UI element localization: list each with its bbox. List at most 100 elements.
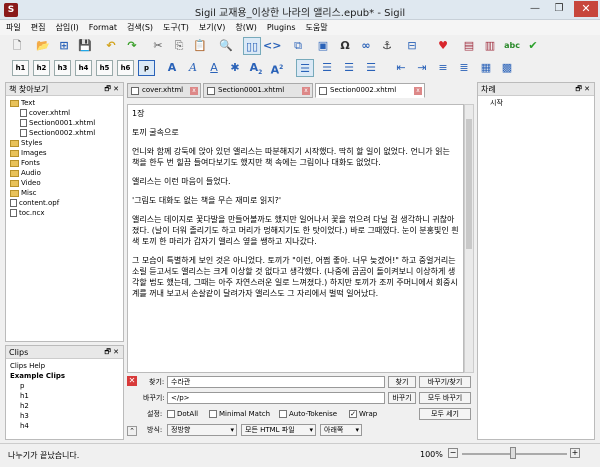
align-left-icon[interactable]: ☰ [296, 59, 314, 77]
close-icon[interactable]: ✕ [127, 376, 137, 386]
book-view-icon[interactable]: ▯▯ [243, 37, 261, 55]
cut-icon[interactable]: ✂ [149, 37, 167, 55]
menu-format[interactable]: Format [89, 23, 117, 32]
maximize-button[interactable]: ❐ [550, 2, 568, 16]
decrease-indent-icon[interactable]: ⇤ [392, 59, 410, 77]
close-icon[interactable]: x [414, 87, 422, 95]
code-view-icon[interactable]: <> [263, 37, 281, 55]
minimize-button[interactable]: — [526, 2, 544, 16]
book-browser-item[interactable]: Images [6, 148, 123, 158]
book-browser-item[interactable]: Video [6, 178, 123, 188]
table-icon[interactable]: ▩ [498, 59, 516, 77]
heading-h1-button[interactable]: h1 [12, 60, 29, 76]
insert-file-icon[interactable]: ⊟ [403, 37, 421, 55]
book-browser-item[interactable]: Section0001.xhtml [6, 118, 123, 128]
toc-item[interactable]: 시작 [490, 98, 594, 108]
insert-image-icon[interactable]: ▣ [314, 37, 332, 55]
option-minimal-match[interactable]: Minimal Match [209, 408, 270, 420]
toc-edit-icon[interactable]: ▥ [481, 37, 499, 55]
close-window-button[interactable]: ✕ [574, 1, 598, 17]
superscript-icon[interactable]: A2 [268, 59, 286, 77]
clip-item[interactable]: h1 [6, 391, 123, 401]
replace-button[interactable]: 바꾸기 [388, 392, 416, 404]
search-icon[interactable]: 🔍 [217, 37, 235, 55]
book-browser-item[interactable]: Section0002.xhtml [6, 128, 123, 138]
tab-section0001[interactable]: Section0001.xhtml x [203, 83, 313, 98]
align-right-icon[interactable]: ☰ [340, 59, 358, 77]
align-justify-icon[interactable]: ☰ [362, 59, 380, 77]
menu-view[interactable]: 보기(V) [199, 22, 225, 33]
heading-h3-button[interactable]: h3 [54, 60, 71, 76]
menu-plugins[interactable]: Plugins [267, 23, 296, 32]
zoom-slider-handle[interactable] [510, 447, 516, 459]
insert-link-icon[interactable]: ∞ [357, 37, 375, 55]
zoom-in-button[interactable]: + [570, 448, 580, 458]
find-button[interactable]: 찾기 [388, 376, 416, 388]
favorite-heart-icon[interactable]: ♥ [434, 37, 452, 55]
heading-h6-button[interactable]: h6 [117, 60, 134, 76]
zoom-out-button[interactable]: − [448, 448, 458, 458]
mode-select[interactable]: 정방향 ▾ [167, 424, 237, 436]
menu-insert[interactable]: 삽입(I) [55, 22, 78, 33]
strikethrough-icon[interactable]: ✱ [226, 59, 244, 77]
heading-h4-button[interactable]: h4 [75, 60, 92, 76]
editor-scrollbar[interactable] [464, 104, 474, 373]
paste-icon[interactable]: 📋 [191, 37, 209, 55]
book-browser-item[interactable]: content.opf [6, 198, 123, 208]
tab-section0002[interactable]: Section0002.xhtml x [315, 83, 425, 98]
replace-all-button[interactable]: 모두 바꾸기 [419, 392, 471, 404]
split-view-icon[interactable]: ⧉ [289, 37, 307, 55]
replace-input[interactable]: </p> [167, 392, 385, 404]
open-folder-icon[interactable]: 📂 [34, 37, 52, 55]
clip-item[interactable]: h4 [6, 421, 123, 431]
metadata-icon[interactable]: ▤ [460, 37, 478, 55]
new-file-icon[interactable]: 🗋 [8, 37, 26, 55]
menu-help[interactable]: 도움말 [306, 22, 328, 33]
insert-id-icon[interactable]: ⚓ [378, 37, 396, 55]
save-icon[interactable]: 💾 [76, 37, 94, 55]
direction-select[interactable]: 아래쪽 ▾ [320, 424, 362, 436]
underline-icon[interactable]: A [205, 59, 223, 77]
heading-h2-button[interactable]: h2 [33, 60, 50, 76]
replace-find-button[interactable]: 바꾸기/찾기 [419, 376, 471, 388]
option-auto-tokenise[interactable]: Auto-Tokenise [279, 408, 337, 420]
count-all-button[interactable]: 모두 세기 [419, 408, 471, 420]
book-browser-item[interactable]: Text [6, 98, 123, 108]
clip-item[interactable]: h3 [6, 411, 123, 421]
menu-edit[interactable]: 편집 [31, 22, 46, 33]
align-center-icon[interactable]: ☰ [318, 59, 336, 77]
menu-window[interactable]: 창(W) [235, 22, 257, 33]
bullet-list-icon[interactable]: ≡ [434, 59, 452, 77]
menu-search[interactable]: 검색(S) [127, 22, 153, 33]
close-icon[interactable]: x [190, 87, 198, 95]
copy-icon[interactable]: ⎘ [170, 37, 188, 55]
scope-select[interactable]: 모든 HTML 파일 ▾ [241, 424, 316, 436]
add-file-icon[interactable]: ⊞ [55, 37, 73, 55]
validate-check-icon[interactable]: ✔ [524, 37, 542, 55]
option-dotall[interactable]: DotAll [167, 408, 198, 420]
option-wrap[interactable]: ✓ Wrap [349, 408, 377, 420]
special-char-icon[interactable]: Ω [336, 37, 354, 55]
paragraph-p-button[interactable]: p [138, 60, 155, 76]
clip-item[interactable]: p [6, 381, 123, 391]
heading-h5-button[interactable]: h5 [96, 60, 113, 76]
spellcheck-icon[interactable]: abc [503, 37, 521, 55]
menu-file[interactable]: 파일 [6, 22, 21, 33]
bold-icon[interactable]: A [163, 59, 181, 77]
book-browser-item[interactable]: Misc [6, 188, 123, 198]
clip-item[interactable]: Clips Help [6, 361, 123, 371]
clip-item[interactable]: h2 [6, 401, 123, 411]
tab-cover[interactable]: cover.xhtml x [127, 83, 201, 98]
book-browser-item[interactable]: Styles [6, 138, 123, 148]
book-browser-item[interactable]: Audio [6, 168, 123, 178]
italic-icon[interactable]: A [184, 59, 202, 77]
increase-indent-icon[interactable]: ⇥ [413, 59, 431, 77]
undo-icon[interactable]: ↶ [102, 37, 120, 55]
clip-item[interactable]: Example Clips [6, 371, 123, 381]
close-icon[interactable]: x [302, 87, 310, 95]
subscript-icon[interactable]: A2 [247, 59, 265, 77]
numbered-list-icon[interactable]: ≣ [455, 59, 473, 77]
book-browser-item[interactable]: cover.xhtml [6, 108, 123, 118]
find-input[interactable]: 수라관 [167, 376, 385, 388]
book-browser-item[interactable]: toc.ncx [6, 208, 123, 218]
